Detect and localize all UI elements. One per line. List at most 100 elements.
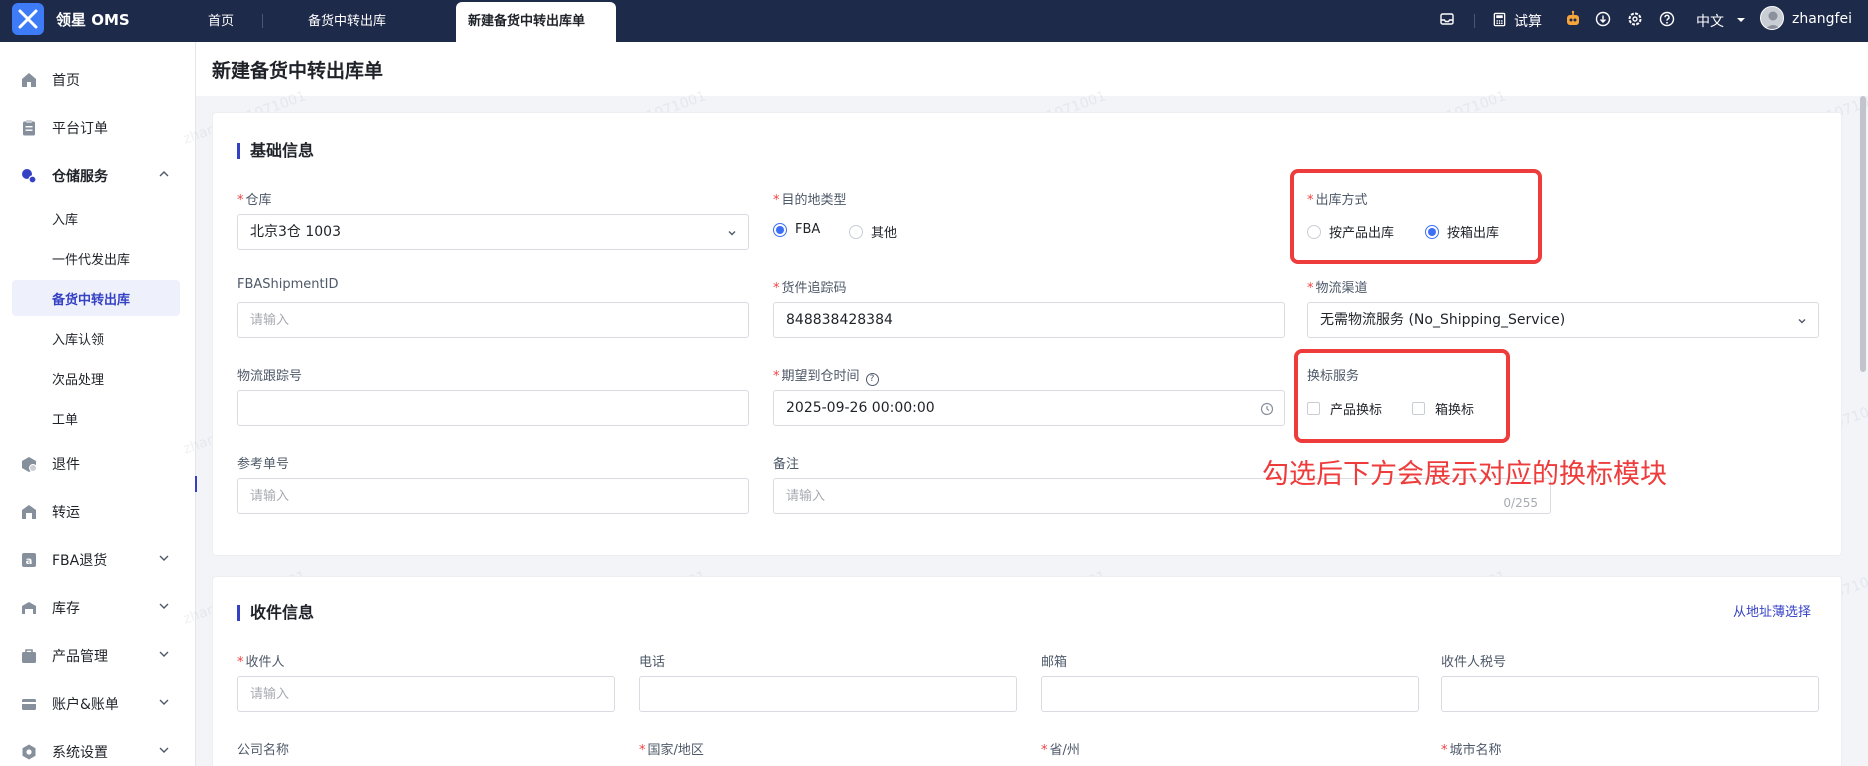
tracking-code-label: * 货件追踪码 — [773, 281, 847, 296]
sidebar-item-warehouse-service[interactable]: 仓储服务 — [0, 156, 196, 196]
brand-name: 领星 OMS — [56, 11, 130, 29]
main-scrollbar[interactable] — [1860, 96, 1866, 372]
sidebar-item-fba-returns[interactable]: a FBA退货 — [0, 540, 196, 580]
sidebar-item-label: 退件 — [52, 457, 80, 473]
phone-input[interactable] — [639, 676, 1017, 712]
radio-fba[interactable]: FBA — [773, 222, 820, 237]
section-title-basic-info: 基础信息 — [237, 143, 314, 159]
company-label: 公司名称 — [237, 743, 290, 758]
sidebar-sub-label: 一件代发出库 — [52, 253, 131, 268]
warehouse-value: 北京3仓 1003 — [250, 224, 341, 240]
channel-select[interactable]: 无需物流服务 (No_Shipping_Service) — [1307, 302, 1819, 338]
chevron-down-icon — [159, 555, 169, 561]
sidebar-item-label: 系统设置 — [52, 745, 108, 761]
sidebar-item-label: 仓储服务 — [52, 169, 108, 185]
question-icon[interactable]: ? — [865, 373, 879, 386]
sidebar-item-product-management[interactable]: 产品管理 — [0, 636, 196, 676]
tax-id-input[interactable] — [1441, 676, 1819, 712]
tracking-code-input[interactable]: 848838428384 — [773, 302, 1285, 338]
language-selector[interactable]: 中文 — [1696, 11, 1724, 31]
sidebar-sub-inbound[interactable]: 入库 — [12, 200, 180, 236]
sidebar-collapse-handle[interactable] — [195, 476, 197, 492]
chevron-down-icon — [159, 747, 169, 753]
settings-gear-icon[interactable] — [1626, 10, 1644, 28]
calc-label[interactable]: 试算 — [1514, 11, 1542, 31]
ref-no-input[interactable]: 请输入 — [237, 478, 749, 514]
tab-new-outbound-order[interactable]: 新建备货中转出库单 — [456, 2, 616, 42]
channel-label: * 物流渠道 — [1307, 281, 1368, 296]
chevron-down-icon — [1798, 319, 1806, 324]
home-icon — [22, 73, 36, 87]
sidebar-item-inventory[interactable]: 库存 — [0, 588, 196, 628]
warehouse-service-icon — [22, 169, 37, 184]
sidebar-sub-label: 入库 — [52, 213, 79, 228]
input-placeholder: 请输入 — [250, 687, 290, 702]
sidebar-sub-label: 入库认领 — [52, 333, 105, 348]
chevron-down-icon — [159, 699, 169, 705]
amazon-icon: a — [22, 553, 36, 567]
sidebar-item-label: 库存 — [52, 601, 80, 617]
sidebar-item-label: FBA退货 — [52, 553, 108, 569]
fba-shipment-id-input[interactable]: 请输入 — [237, 302, 749, 338]
transfer-icon — [22, 505, 36, 519]
receiver-name-label: * 收件人 — [237, 655, 285, 670]
country-label: * 国家/地区 — [639, 743, 704, 758]
sidebar-sub-stock-transfer-outbound[interactable]: 备货中转出库 — [12, 280, 180, 316]
svg-text:a: a — [26, 556, 33, 567]
clock-icon — [1260, 402, 1274, 416]
email-input[interactable] — [1041, 676, 1419, 712]
input-placeholder: 请输入 — [250, 489, 290, 504]
inbox-icon[interactable] — [1438, 10, 1456, 28]
sidebar-sub-label: 备货中转出库 — [52, 293, 131, 308]
app-logo[interactable] — [12, 3, 44, 35]
page-header: 新建备货中转出库单 — [196, 42, 1868, 96]
sidebar-item-label: 转运 — [52, 505, 80, 521]
radio-other[interactable]: 其他 — [849, 222, 897, 241]
radio-indicator — [849, 224, 863, 239]
warehouse-select[interactable]: 北京3仓 1003 — [237, 214, 749, 250]
sidebar-item-returns[interactable]: 退件 — [0, 444, 196, 484]
tab-home[interactable]: 首页 — [196, 2, 246, 42]
caret-down-icon[interactable] — [1732, 11, 1750, 29]
annotation-text: 勾选后下方会展示对应的换标模块 — [1262, 459, 1667, 490]
province-label: * 省/州 — [1041, 743, 1080, 758]
chevron-down-icon — [159, 651, 169, 657]
help-icon[interactable] — [1658, 10, 1676, 28]
phone-label: 电话 — [639, 655, 666, 670]
sidebar-item-transfer[interactable]: 转运 — [0, 492, 196, 532]
sidebar-item-system-settings[interactable]: 系统设置 — [0, 732, 196, 766]
sidebar: 首页 平台订单 仓储服务 入库 一件代发出库 备货中转出库 入库认领 次品处理 … — [0, 42, 196, 766]
tab-stock-transfer-outbound[interactable]: 备货中转出库 — [296, 2, 398, 42]
dest-type-label: * 目的地类型 — [773, 193, 847, 208]
sidebar-sub-work-order[interactable]: 工单 — [12, 400, 180, 436]
input-placeholder: 请输入 — [250, 313, 290, 328]
receiver-info-card: 收件信息 从地址薄选择 * 收件人 请输入 电话 邮箱 收件人税号 公司名称 * 国… — [212, 576, 1842, 766]
sidebar-item-platform-orders[interactable]: 平台订单 — [0, 108, 196, 148]
sidebar-sub-dropship-outbound[interactable]: 一件代发出库 — [12, 240, 180, 276]
sidebar-sub-inbound-claim[interactable]: 入库认领 — [12, 320, 180, 356]
username[interactable]: zhangfei — [1792, 11, 1852, 27]
warehouse-label: * 仓库 — [237, 193, 272, 208]
sidebar-item-account-billing[interactable]: 账户&账单 — [0, 684, 196, 724]
tracking-code-value: 848838428384 — [786, 312, 893, 328]
expected-time-picker[interactable]: 2025-09-26 00:00:00 — [773, 390, 1285, 426]
calculator-icon[interactable] — [1490, 10, 1508, 28]
top-divider — [1474, 14, 1475, 28]
logistics-no-input[interactable] — [237, 390, 749, 426]
fba-shipment-id-label: FBAShipmentID — [237, 277, 339, 292]
sidebar-item-home[interactable]: 首页 — [0, 60, 196, 100]
sidebar-sub-defect-handling[interactable]: 次品处理 — [12, 360, 180, 396]
section-title-receiver-info: 收件信息 — [237, 605, 314, 621]
avatar[interactable] — [1760, 6, 1784, 30]
logistics-no-label: 物流跟踪号 — [237, 369, 303, 384]
receiver-name-input[interactable]: 请输入 — [237, 676, 615, 712]
page-title: 新建备货中转出库单 — [212, 60, 384, 82]
sidebar-item-label: 账户&账单 — [52, 697, 119, 713]
ref-no-label: 参考单号 — [237, 457, 290, 472]
inventory-icon — [22, 602, 36, 614]
chevron-up-icon — [159, 171, 169, 177]
logo-icon — [18, 9, 38, 29]
robot-icon[interactable] — [1564, 10, 1582, 28]
address-book-link[interactable]: 从地址薄选择 — [1733, 601, 1811, 620]
download-icon[interactable] — [1594, 10, 1612, 28]
